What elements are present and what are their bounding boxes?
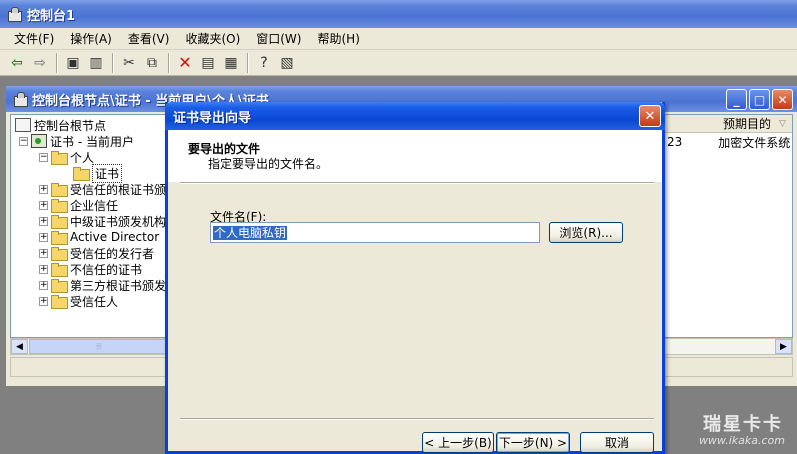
tree-node-certificates-current-user[interactable]: − 证书 - 当前用户 bbox=[19, 133, 134, 149]
toolbar-separator bbox=[168, 52, 170, 73]
collapse-icon[interactable]: − bbox=[39, 152, 48, 162]
folder-icon bbox=[51, 279, 68, 293]
menu-action[interactable]: 操作(A) bbox=[62, 30, 120, 47]
folder-icon bbox=[51, 151, 68, 165]
maximize-button[interactable]: □ bbox=[749, 89, 770, 110]
tree-node-root[interactable]: 控制台根节点 bbox=[15, 117, 106, 133]
next-button[interactable]: 下一步(N) > bbox=[496, 432, 570, 453]
dialog-divider bbox=[180, 182, 654, 184]
window-controls: _ □ ✕ bbox=[726, 89, 793, 110]
menu-file[interactable]: 文件(F) bbox=[6, 30, 62, 47]
up-folder-icon[interactable]: ▣ bbox=[62, 52, 84, 74]
list-header: 预期目的 ▽ bbox=[665, 115, 792, 133]
cut-icon[interactable]: ✂ bbox=[118, 52, 140, 74]
export-wizard-dialog: 证书导出向导 ✕ 要导出的文件 指定要导出的文件名。 文件名(F): 个人电脑私… bbox=[165, 102, 665, 454]
expand-icon[interactable]: + bbox=[39, 232, 48, 242]
forward-arrow-icon[interactable]: ⇨ bbox=[29, 52, 51, 74]
toolbar-separator bbox=[112, 52, 114, 73]
folder-icon bbox=[51, 247, 68, 261]
watermark: 瑞星卡卡 www.ikaka.com bbox=[678, 410, 793, 450]
file-name-input[interactable]: 个人电脑私钥 bbox=[210, 222, 540, 243]
dialog-footer-divider bbox=[180, 418, 654, 420]
console-root-icon bbox=[15, 118, 31, 132]
scroll-left-icon[interactable]: ◀ bbox=[11, 339, 28, 354]
back-arrow-icon[interactable]: ⇦ bbox=[6, 52, 28, 74]
file-name-value: 个人电脑私钥 bbox=[213, 226, 288, 240]
watermark-url: www.ikaka.com bbox=[698, 434, 785, 447]
open-folder-icon bbox=[73, 167, 90, 181]
console-icon bbox=[6, 6, 22, 22]
tree-node-personal[interactable]: − 个人 bbox=[39, 149, 94, 165]
help-icon[interactable]: ? bbox=[253, 52, 275, 74]
tree-node-intermediate-ca[interactable]: + 中级证书颁发机构 bbox=[39, 213, 166, 229]
list-cell-purpose: 加密文件系统 bbox=[718, 135, 791, 150]
menubar: 文件(F) 操作(A) 查看(V) 收藏夹(O) 窗口(W) 帮助(H) bbox=[0, 28, 797, 50]
toolbar-separator bbox=[56, 52, 58, 73]
tree-pane: 控制台根节点 − 证书 - 当前用户 − 个人 证书 + 受信任的根证书颁 + … bbox=[10, 114, 170, 338]
back-button[interactable]: < 上一步(B) bbox=[422, 432, 494, 453]
tree-node-enterprise-trust[interactable]: + 企业信任 bbox=[39, 197, 118, 213]
tree-node-third-party-root[interactable]: + 第三方根证书颁发 bbox=[39, 277, 166, 293]
copy-icon[interactable]: ⧉ bbox=[141, 52, 163, 74]
scrollbar-thumb[interactable]: ⦙⦙⦙ bbox=[29, 339, 169, 354]
minimize-button[interactable]: _ bbox=[726, 89, 747, 110]
cancel-button[interactable]: 取消 bbox=[580, 432, 654, 453]
folder-icon bbox=[51, 231, 68, 245]
toolbar-separator bbox=[247, 52, 249, 73]
folder-icon bbox=[51, 263, 68, 277]
delete-icon[interactable]: ✕ bbox=[174, 52, 196, 74]
dialog-title: 证书导出向导 bbox=[173, 110, 252, 126]
dialog-header: 要导出的文件 指定要导出的文件名。 bbox=[168, 130, 662, 182]
dialog-subheading: 指定要导出的文件名。 bbox=[208, 157, 329, 171]
folder-icon bbox=[51, 215, 68, 229]
browse-button[interactable]: 浏览(R)... bbox=[549, 222, 623, 243]
dialog-close-button[interactable]: ✕ bbox=[639, 105, 661, 127]
properties-icon[interactable]: ▤ bbox=[197, 52, 219, 74]
folder-icon bbox=[51, 295, 68, 309]
column-header-intended-purpose[interactable]: 预期目的 bbox=[717, 115, 771, 132]
show-tree-icon[interactable]: ▥ bbox=[85, 52, 107, 74]
expand-icon[interactable]: + bbox=[39, 296, 48, 306]
folder-icon bbox=[51, 183, 68, 197]
scroll-right-icon[interactable]: ▶ bbox=[775, 339, 792, 354]
tree-node-trusted-people[interactable]: + 受信任人 bbox=[39, 293, 118, 309]
tree-node-trusted-publishers[interactable]: + 受信任的发行者 bbox=[39, 245, 154, 261]
list-cell-expiration: 23 bbox=[667, 135, 683, 149]
tree-node-certificates[interactable]: 证书 bbox=[73, 163, 123, 183]
menu-favorites[interactable]: 收藏夹(O) bbox=[177, 30, 248, 47]
app-title: 控制台1 bbox=[27, 8, 76, 24]
list-item[interactable]: 23 加密文件系统 bbox=[665, 133, 792, 151]
expand-icon[interactable]: + bbox=[39, 184, 48, 194]
watermark-logo: 瑞星卡卡 bbox=[703, 414, 783, 435]
console-icon bbox=[12, 91, 28, 107]
expand-icon[interactable]: + bbox=[39, 200, 48, 210]
app-titlebar: 控制台1 bbox=[0, 0, 797, 28]
collapse-icon[interactable]: − bbox=[19, 136, 28, 146]
toolbar: ⇦ ⇨ ▣ ▥ ✂ ⧉ ✕ ▤ ▦ ? ▧ bbox=[0, 50, 797, 76]
certificate-store-icon bbox=[31, 134, 47, 148]
dialog-titlebar: 证书导出向导 ✕ bbox=[165, 102, 665, 130]
tree-node-active-directory[interactable]: + Active Director bbox=[39, 229, 159, 245]
action-pane-icon[interactable]: ▧ bbox=[276, 52, 298, 74]
menu-help[interactable]: 帮助(H) bbox=[309, 30, 367, 47]
menu-view[interactable]: 查看(V) bbox=[120, 30, 178, 47]
sort-arrow-icon: ▽ bbox=[779, 118, 786, 129]
close-button[interactable]: ✕ bbox=[772, 89, 793, 110]
list-pane: 预期目的 ▽ 23 加密文件系统 bbox=[664, 114, 793, 338]
tree-node-trusted-root[interactable]: + 受信任的根证书颁 bbox=[39, 181, 166, 197]
expand-icon[interactable]: + bbox=[39, 264, 48, 274]
expand-icon[interactable]: + bbox=[39, 248, 48, 258]
tree-node-untrusted[interactable]: + 不信任的证书 bbox=[39, 261, 142, 277]
menu-window[interactable]: 窗口(W) bbox=[248, 30, 309, 47]
expand-icon[interactable]: + bbox=[39, 280, 48, 290]
folder-icon bbox=[51, 199, 68, 213]
export-list-icon[interactable]: ▦ bbox=[220, 52, 242, 74]
expand-icon[interactable]: + bbox=[39, 216, 48, 226]
